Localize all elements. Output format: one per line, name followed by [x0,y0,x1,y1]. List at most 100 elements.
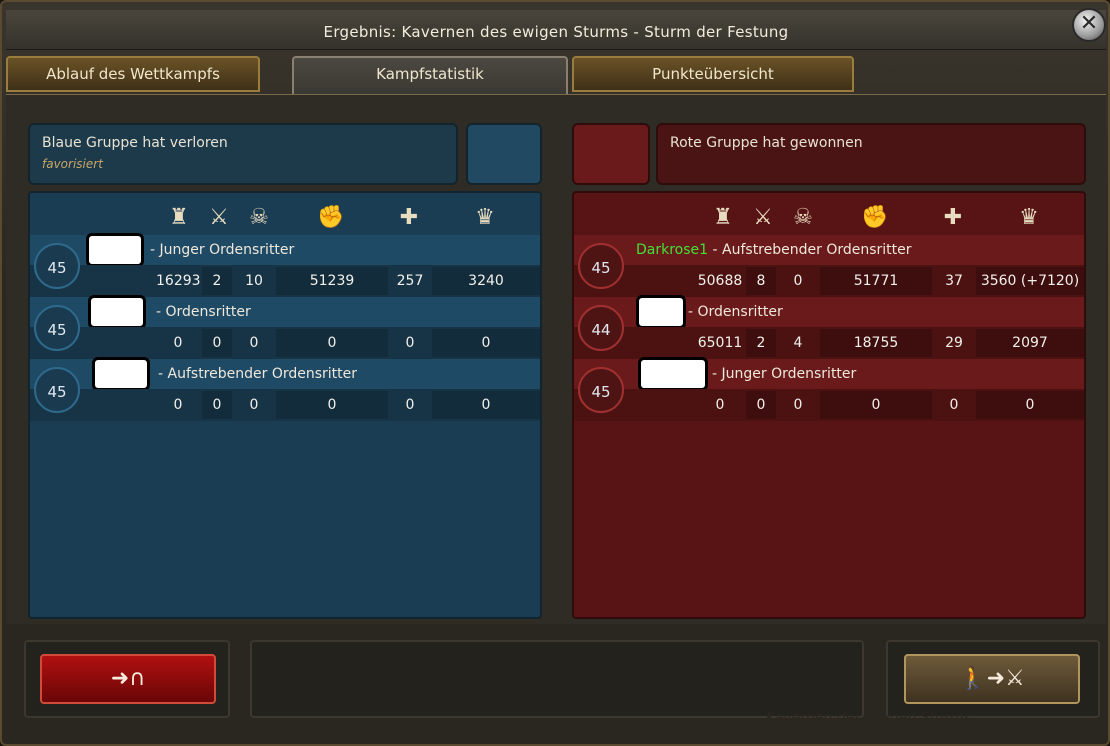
stat-points: 3560 (+7120) [976,267,1084,295]
player-title: - Aufstrebender Ordensritter [158,366,358,382]
stat-damage-taken: 0 [276,329,388,357]
level-emblem: 45 [34,243,80,289]
stat-healing: 29 [945,335,963,351]
fist-icon: ✊ [317,205,345,230]
footer-bar: ➜∩ 🚶➜⚔ Kavernen des ewigen Sturms [6,630,1106,740]
window-title: Ergebnis: Kavernen des ewigen Sturms - S… [6,10,1106,50]
close-icon[interactable]: ✕ [1072,8,1106,42]
stat-damage: 0 [715,397,725,413]
player-title: - Ordensritter [688,304,783,320]
player-title: - Junger Ordensritter [150,242,295,258]
tab-kampfstatistik[interactable]: Kampfstatistik [292,56,568,96]
red-team-header: Rote Gruppe hat gewonnen [656,123,1086,185]
player-name-row: - Ordensritter [574,295,1084,329]
player-stats-row: 0 0 0 0 0 0 [574,389,1084,421]
red-team-status: Rote Gruppe hat gewonnen [670,135,863,151]
crossed-swords-icon: ⚔ [209,205,229,230]
stat-icon-row: ♜ ⚔ ☠ ✊ ✚ ♛ [574,201,1084,233]
stat-points: 2097 [976,329,1084,357]
redacted-name [88,295,146,329]
fist-icon: ✊ [861,205,889,230]
stats-content: Blaue Gruppe hat verloren favorisiert ♜ … [6,94,1106,624]
exit-arrow-gate-icon: ➜∩ [110,666,146,691]
crossed-swords-icon: ⚔ [753,205,773,230]
enter-battle-button[interactable]: 🚶➜⚔ [904,654,1080,704]
stat-damage-taken: 51239 [276,267,388,295]
stat-healing: 37 [945,273,963,289]
tab-ablauf[interactable]: Ablauf des Wettkampfs [6,56,260,92]
tab-bar: Ablauf des Wettkampfs Kampfstatistik Pun… [6,56,1106,96]
stat-deaths: 0 [793,397,803,413]
list-item[interactable]: - Ordensritter 0 0 0 0 0 0 45 [30,295,540,359]
level-emblem: 45 [34,367,80,413]
blue-team-header: Blaue Gruppe hat verloren favorisiert [28,123,458,185]
blue-team-status: Blaue Gruppe hat verloren [42,135,228,151]
stat-points: 3240 [432,267,540,295]
redacted-name [636,295,686,329]
stat-damage: 65011 [697,335,743,351]
plus-icon: ✚ [943,205,963,230]
tower-icon: ♜ [713,205,733,230]
red-team-body: ♜ ⚔ ☠ ✊ ✚ ♛ Darkrose1 - Aufstrebender Or… [572,191,1086,619]
stat-deaths: 10 [245,273,263,289]
plus-icon: ✚ [399,205,419,230]
skull-icon: ☠ [793,205,813,230]
player-name-row: - Junger Ordensritter [574,357,1084,391]
player-stats-row: 50688 8 0 51771 37 3560 (+7120) [574,265,1084,297]
tower-icon: ♜ [169,205,189,230]
player-name-row: - Ordensritter [30,295,540,329]
stat-damage-taken: 51771 [820,267,932,295]
stat-kills: 2 [746,329,776,357]
list-item[interactable]: - Aufstrebender Ordensritter 0 0 0 0 0 0… [30,357,540,421]
red-team-color-swatch [572,123,650,185]
background-watermark: Kavernen des ewigen Sturms [766,710,971,726]
stat-healing: 0 [405,397,415,413]
player-title: - Ordensritter [156,304,251,320]
player-title: - Junger Ordensritter [712,366,857,382]
stat-damage: 50688 [697,273,743,289]
level-emblem: 45 [34,305,80,351]
stat-healing: 257 [396,273,424,289]
stat-points: 0 [432,391,540,419]
player-name: Darkrose1 [636,242,709,258]
stat-kills: 0 [746,391,776,419]
stat-deaths: 0 [249,335,259,351]
list-item[interactable]: - Junger Ordensritter 16293 2 10 51239 2… [30,233,540,297]
list-item[interactable]: - Ordensritter 65011 2 4 18755 29 2097 4… [574,295,1084,359]
crown-icon: ♛ [1019,205,1039,230]
stat-healing: 0 [405,335,415,351]
walker-to-swords-icon: 🚶➜⚔ [959,666,1025,691]
stat-healing: 0 [949,397,959,413]
leave-arena-button[interactable]: ➜∩ [40,654,216,704]
level-emblem: 44 [578,305,624,351]
stat-points: 0 [432,329,540,357]
stat-damage-taken: 0 [276,391,388,419]
player-title: Darkrose1 - Aufstrebender Ordensritter [636,242,912,258]
blue-team-body: ♜ ⚔ ☠ ✊ ✚ ♛ - Junger Ordensritter 16293 … [28,191,542,619]
stat-kills: 8 [746,267,776,295]
stat-damage: 0 [173,397,183,413]
stat-kills: 2 [202,267,232,295]
stat-kills: 0 [202,329,232,357]
redacted-name [638,357,708,391]
result-window: Ergebnis: Kavernen des ewigen Sturms - S… [0,0,1110,746]
stat-damage-taken: 0 [820,391,932,419]
player-stats-row: 0 0 0 0 0 0 [30,389,540,421]
list-item[interactable]: Darkrose1 - Aufstrebender Ordensritter 5… [574,235,1084,297]
stat-deaths: 0 [793,273,803,289]
stat-deaths: 4 [793,335,803,351]
player-name-row: - Aufstrebender Ordensritter [30,357,540,391]
redacted-name [86,233,144,267]
footer-center-slot [250,640,864,718]
redacted-name [92,357,150,391]
blue-team-sub: favorisiert [42,157,103,171]
tab-punkteuebersicht[interactable]: Punkteübersicht [572,56,854,92]
blue-team-color-swatch [466,123,542,185]
stat-damage-taken: 18755 [820,329,932,357]
player-name-row: - Junger Ordensritter [30,233,540,267]
stat-damage: 0 [173,335,183,351]
list-item[interactable]: - Junger Ordensritter 0 0 0 0 0 0 45 [574,357,1084,421]
skull-icon: ☠ [249,205,269,230]
stat-points: 0 [976,391,1084,419]
level-emblem: 45 [578,243,624,289]
